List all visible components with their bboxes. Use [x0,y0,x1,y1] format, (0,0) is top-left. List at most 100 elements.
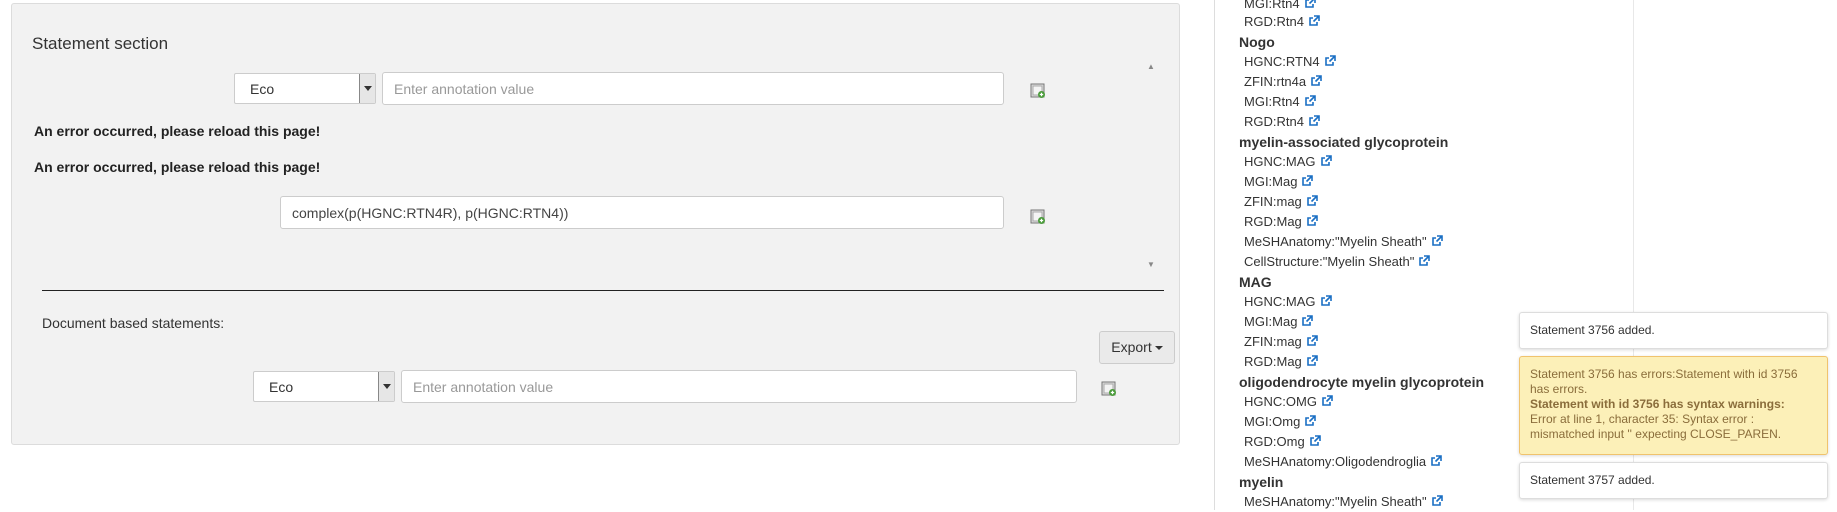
add-statement-icon[interactable] [1030,209,1046,225]
add-document-annotation-icon[interactable] [1101,381,1117,397]
tree-term-link[interactable]: ZFIN:mag [1244,192,1318,212]
tree-term-link[interactable]: MeSHAnatomy:"Myelin Sheath" [1244,232,1443,252]
annotation-type-select[interactable]: Eco [234,73,376,104]
tree-term-link[interactable]: ZFIN:rtn4a [1244,72,1322,92]
external-link-icon[interactable] [1321,395,1333,407]
external-link-icon[interactable] [1306,335,1318,347]
tree-term-label: HGNC:OMG [1244,394,1317,409]
tree-term-link[interactable]: CellStructure:"Myelin Sheath" [1244,252,1431,272]
document-annotation-type-value: Eco [269,379,294,395]
tree-term-label: HGNC:MAG [1244,154,1316,169]
tree-term-link[interactable]: MGI:Rtn4 [1244,92,1316,112]
statement-scrollbar[interactable]: ▲ ▼ [1144,62,1160,272]
external-link-icon[interactable] [1306,215,1318,227]
external-link-icon[interactable] [1320,155,1332,167]
export-button[interactable]: Export [1099,331,1175,364]
tree-group-label: MAG [1239,274,1272,290]
notification-toast[interactable]: Statement 3756 added. [1519,312,1828,349]
chevron-down-icon[interactable] [378,372,394,401]
tree-term-label: MeSHAnatomy:Oligodendroglia [1244,454,1427,469]
tree-term-link[interactable]: MGI:Mag [1244,312,1314,332]
scroll-down-arrow-icon[interactable]: ▼ [1147,260,1155,269]
tree-term-label: HGNC:MAG [1244,294,1316,309]
tree-term-link[interactable]: HGNC:MAG [1244,292,1332,312]
document-annotation-type-select[interactable]: Eco [253,371,395,402]
annotation-value-input[interactable]: Enter annotation value [382,72,1004,105]
external-link-icon[interactable] [1309,435,1321,447]
external-link-icon[interactable] [1301,315,1314,327]
tree-group-heading: myelin-associated glycoprotein [1239,132,1448,152]
tree-term-label: ZFIN:mag [1244,334,1302,349]
tree-group-heading: MAG [1239,272,1272,292]
warning-detail: Error at line 1, character 35: Syntax er… [1530,412,1782,441]
tree-term-link[interactable]: HGNC:MAG [1244,152,1332,172]
external-link-icon[interactable] [1430,455,1442,467]
external-link-icon[interactable] [1431,235,1443,247]
tree-term-link[interactable]: RGD:Mag [1244,212,1318,232]
external-link-icon[interactable] [1308,15,1320,27]
tree-group-heading: oligodendrocyte myelin glycoprotein [1239,372,1484,392]
tree-group-label: myelin-associated glycoprotein [1239,134,1449,150]
tree-term-label: HGNC:RTN4 [1244,54,1320,69]
add-annotation-icon[interactable] [1030,83,1046,99]
statement-panel: Statement section Eco Enter annotation v… [11,3,1180,445]
tree-term-link[interactable]: ZFIN:mag [1244,332,1318,352]
caret-down-icon [1154,346,1163,351]
tree-term-link[interactable]: RGD:Mag [1244,352,1318,372]
tree-term-label: ZFIN:rtn4a [1244,74,1307,89]
notification-toast[interactable]: Statement 3757 added. [1519,462,1828,499]
tree-term-link[interactable]: MeSHAnatomy:"Myelin Sheath" [1244,492,1443,512]
statement-input[interactable]: complex(p(HGNC:RTN4R), p(HGNC:RTN4)) [280,196,1004,229]
external-link-icon[interactable] [1310,75,1322,87]
tree-term-link[interactable]: RGD:Rtn4 [1244,112,1320,132]
tree-term-label: MGI:Mag [1244,174,1298,189]
tree-term-link[interactable]: MGI:Omg [1244,412,1317,432]
tree-term-label: RGD:Mag [1244,354,1302,369]
annotation-type-value: Eco [250,81,275,97]
tree-term-link[interactable]: RGD:Rtn4 [1244,12,1320,32]
tree-term-label: RGD:Mag [1244,214,1302,229]
tree-term-link[interactable]: MeSHAnatomy:Oligodendroglia [1244,452,1442,472]
error-message: An error occurred, please reload this pa… [34,123,321,139]
tree-term-label: CellStructure:"Myelin Sheath" [1244,254,1415,269]
tree-group-heading: myelin [1239,472,1283,492]
external-link-icon[interactable] [1431,495,1443,507]
tree-term-label: MGI:Rtn4 [1244,94,1300,109]
chevron-down-icon[interactable] [359,74,375,103]
tree-term-label: RGD:Rtn4 [1244,114,1304,129]
external-link-icon[interactable] [1306,355,1318,367]
external-link-icon[interactable] [1320,295,1332,307]
tree-term-link[interactable]: HGNC:OMG [1244,392,1333,412]
external-link-icon[interactable] [1301,175,1314,187]
section-divider [42,290,1164,291]
tree-term-label: ZFIN:mag [1244,194,1302,209]
external-link-icon[interactable] [1324,55,1336,67]
external-link-icon[interactable] [1308,115,1320,127]
external-link-icon[interactable] [1304,0,1316,9]
external-link-icon[interactable] [1306,195,1318,207]
external-link-icon[interactable] [1304,415,1317,427]
tree-group-label: oligodendrocyte myelin glycoprotein [1239,374,1485,390]
statement-section-title: Statement section [32,34,169,53]
tree-term-label: MeSHAnatomy:"Myelin Sheath" [1244,234,1427,249]
tree-term-label: MGI:Rtn4 [1244,0,1300,11]
tree-term-label: RGD:Rtn4 [1244,14,1304,29]
external-link-icon[interactable] [1304,95,1316,107]
scroll-up-arrow-icon[interactable]: ▲ [1147,62,1155,71]
export-button-label: Export [1111,339,1152,355]
document-statements-label: Document based statements: [42,315,225,331]
warning-toast[interactable]: Statement 3756 has errors:Statement with… [1519,356,1828,455]
tree-group-label: myelin [1239,474,1284,490]
external-link-icon[interactable] [1418,255,1431,267]
tree-term-link[interactable]: RGD:Omg [1244,432,1321,452]
tree-term-link[interactable]: MGI:Mag [1244,172,1314,192]
tree-group-label: Nogo [1239,34,1275,50]
warning-text: Statement 3756 has errors:Statement with… [1530,367,1798,396]
notification-text: Statement 3756 added. [1530,323,1655,337]
sidebar-divider [1214,0,1215,510]
document-annotation-value-input[interactable]: Enter annotation value [401,370,1077,403]
tree-group-heading: Nogo [1239,32,1275,52]
notification-text: Statement 3757 added. [1530,473,1655,487]
tree-term-link[interactable]: HGNC:RTN4 [1244,52,1336,72]
tree-term-label: MGI:Omg [1244,414,1301,429]
